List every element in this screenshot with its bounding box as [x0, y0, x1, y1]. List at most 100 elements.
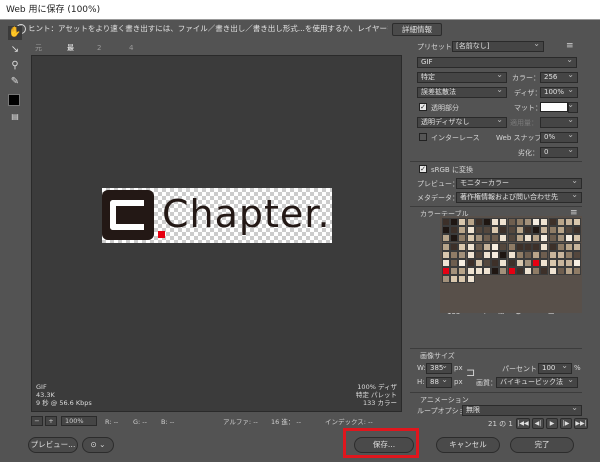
preview-browser-button[interactable]: プレビュー... — [28, 437, 78, 453]
color-swatch[interactable] — [548, 226, 557, 235]
color-swatch[interactable] — [442, 242, 450, 251]
color-swatch[interactable] — [466, 218, 475, 226]
color-swatch[interactable] — [474, 250, 483, 259]
percent-input[interactable]: 100 — [538, 363, 572, 374]
eyedropper-icon[interactable]: ✎ — [8, 75, 22, 89]
color-swatch[interactable] — [548, 267, 557, 276]
metadata-select[interactable]: 著作権情報および問い合わせ先 — [456, 192, 582, 203]
color-swatch[interactable] — [507, 259, 516, 267]
color-swatch[interactable] — [483, 259, 491, 267]
done-button[interactable]: 完了 — [510, 437, 574, 453]
color-swatch[interactable] — [474, 259, 483, 267]
color-swatch[interactable] — [573, 234, 582, 243]
color-swatch[interactable] — [548, 234, 557, 243]
color-swatch[interactable] — [532, 234, 541, 243]
toggle-slices-icon[interactable]: ▤ — [8, 110, 22, 124]
color-swatch[interactable] — [573, 242, 582, 251]
hand-tool-icon[interactable]: ✋ — [8, 26, 22, 40]
color-swatch[interactable] — [540, 250, 549, 259]
color-swatch[interactable] — [556, 234, 565, 243]
matte-swatch[interactable] — [540, 102, 568, 112]
color-swatch[interactable] — [565, 242, 573, 251]
width-input[interactable]: 385 — [426, 363, 452, 374]
color-swatch[interactable] — [442, 250, 450, 259]
color-swatch[interactable] — [499, 267, 508, 276]
color-swatch[interactable] — [524, 218, 532, 226]
zoom-tool-icon[interactable]: ⚲ — [8, 59, 22, 73]
color-swatch[interactable] — [491, 259, 500, 267]
tab-original[interactable]: 元画像 — [35, 42, 42, 76]
color-swatch[interactable] — [466, 250, 475, 259]
color-swatch[interactable] — [556, 267, 565, 276]
tab-4up[interactable]: 4 アップ — [129, 42, 136, 88]
color-swatch[interactable] — [483, 242, 491, 251]
color-swatch[interactable] — [540, 218, 549, 226]
color-swatch[interactable] — [515, 226, 524, 235]
zoom-plus-button[interactable]: + — [45, 416, 57, 426]
color-swatch[interactable] — [540, 259, 549, 267]
preview-canvas[interactable]: Chapter. GIF 43.3K 9 秒 @ 56.6 Kbps 100% … — [31, 55, 402, 412]
matte-select[interactable] — [568, 102, 578, 113]
color-swatch[interactable] — [499, 234, 508, 243]
color-swatch[interactable] — [524, 234, 532, 243]
preset-select[interactable]: [名前なし] — [452, 41, 544, 52]
color-swatch[interactable] — [474, 226, 483, 235]
color-swatch[interactable] — [507, 267, 516, 276]
color-swatch[interactable] — [474, 218, 483, 226]
zoom-select[interactable]: 100% — [61, 416, 97, 426]
tab-optimized[interactable]: 最適化 — [67, 42, 74, 76]
color-swatch[interactable] — [507, 234, 516, 243]
color-swatch[interactable] — [540, 242, 549, 251]
color-swatch[interactable] — [573, 218, 582, 226]
color-swatch[interactable] — [548, 250, 557, 259]
color-swatch[interactable] — [499, 242, 508, 251]
color-swatch[interactable] — [483, 226, 491, 235]
color-swatch[interactable] — [556, 250, 565, 259]
color-swatch[interactable] — [540, 226, 549, 235]
slice-select-icon[interactable]: ↘ — [8, 43, 22, 57]
color-swatch[interactable] — [565, 234, 573, 243]
color-swatch[interactable] — [450, 234, 459, 243]
color-swatch[interactable] — [458, 250, 467, 259]
color-swatch[interactable] — [458, 242, 467, 251]
color-swatch[interactable] — [442, 218, 450, 226]
browser-select[interactable]: ⊙ ⌄ — [82, 437, 114, 453]
color-swatch[interactable] — [491, 267, 500, 276]
color-swatch[interactable] — [442, 234, 450, 243]
color-swatch[interactable] — [483, 250, 491, 259]
colors-select[interactable]: 256 — [540, 72, 578, 83]
color-swatch[interactable] — [515, 218, 524, 226]
color-swatch[interactable] — [515, 234, 524, 243]
lossy-select[interactable]: 0 — [540, 147, 578, 158]
color-swatch[interactable] — [532, 259, 541, 267]
preview-mode-select[interactable]: モニターカラー — [456, 178, 582, 189]
color-swatch[interactable] — [524, 267, 532, 276]
color-swatch[interactable] — [540, 267, 549, 276]
color-swatch[interactable] — [499, 226, 508, 235]
transparency-checkbox[interactable]: ✓ — [419, 103, 427, 111]
color-swatch[interactable] — [483, 267, 491, 276]
color-swatch[interactable] — [532, 250, 541, 259]
color-table[interactable] — [440, 216, 582, 313]
color-swatch[interactable] — [524, 242, 532, 251]
color-swatch[interactable] — [466, 259, 475, 267]
color-swatch[interactable] — [573, 226, 582, 235]
color-swatch[interactable] — [532, 242, 541, 251]
eyedropper-color-swatch[interactable] — [8, 94, 20, 106]
color-swatch[interactable] — [450, 275, 459, 284]
color-swatch[interactable] — [507, 250, 516, 259]
color-swatch[interactable] — [548, 218, 557, 226]
color-swatch[interactable] — [499, 218, 508, 226]
color-swatch[interactable] — [556, 259, 565, 267]
panel-menu-icon[interactable]: ≡ — [566, 41, 574, 51]
color-swatch[interactable] — [548, 242, 557, 251]
color-swatch[interactable] — [483, 218, 491, 226]
dither-algorithm-select[interactable]: 誤差拡散法 — [417, 87, 507, 98]
color-swatch[interactable] — [507, 242, 516, 251]
last-frame-button[interactable]: ▶▶| — [574, 418, 588, 429]
color-swatch[interactable] — [573, 250, 582, 259]
color-swatch[interactable] — [565, 267, 573, 276]
color-swatch[interactable] — [466, 267, 475, 276]
color-swatch[interactable] — [442, 259, 450, 267]
color-swatch[interactable] — [499, 250, 508, 259]
